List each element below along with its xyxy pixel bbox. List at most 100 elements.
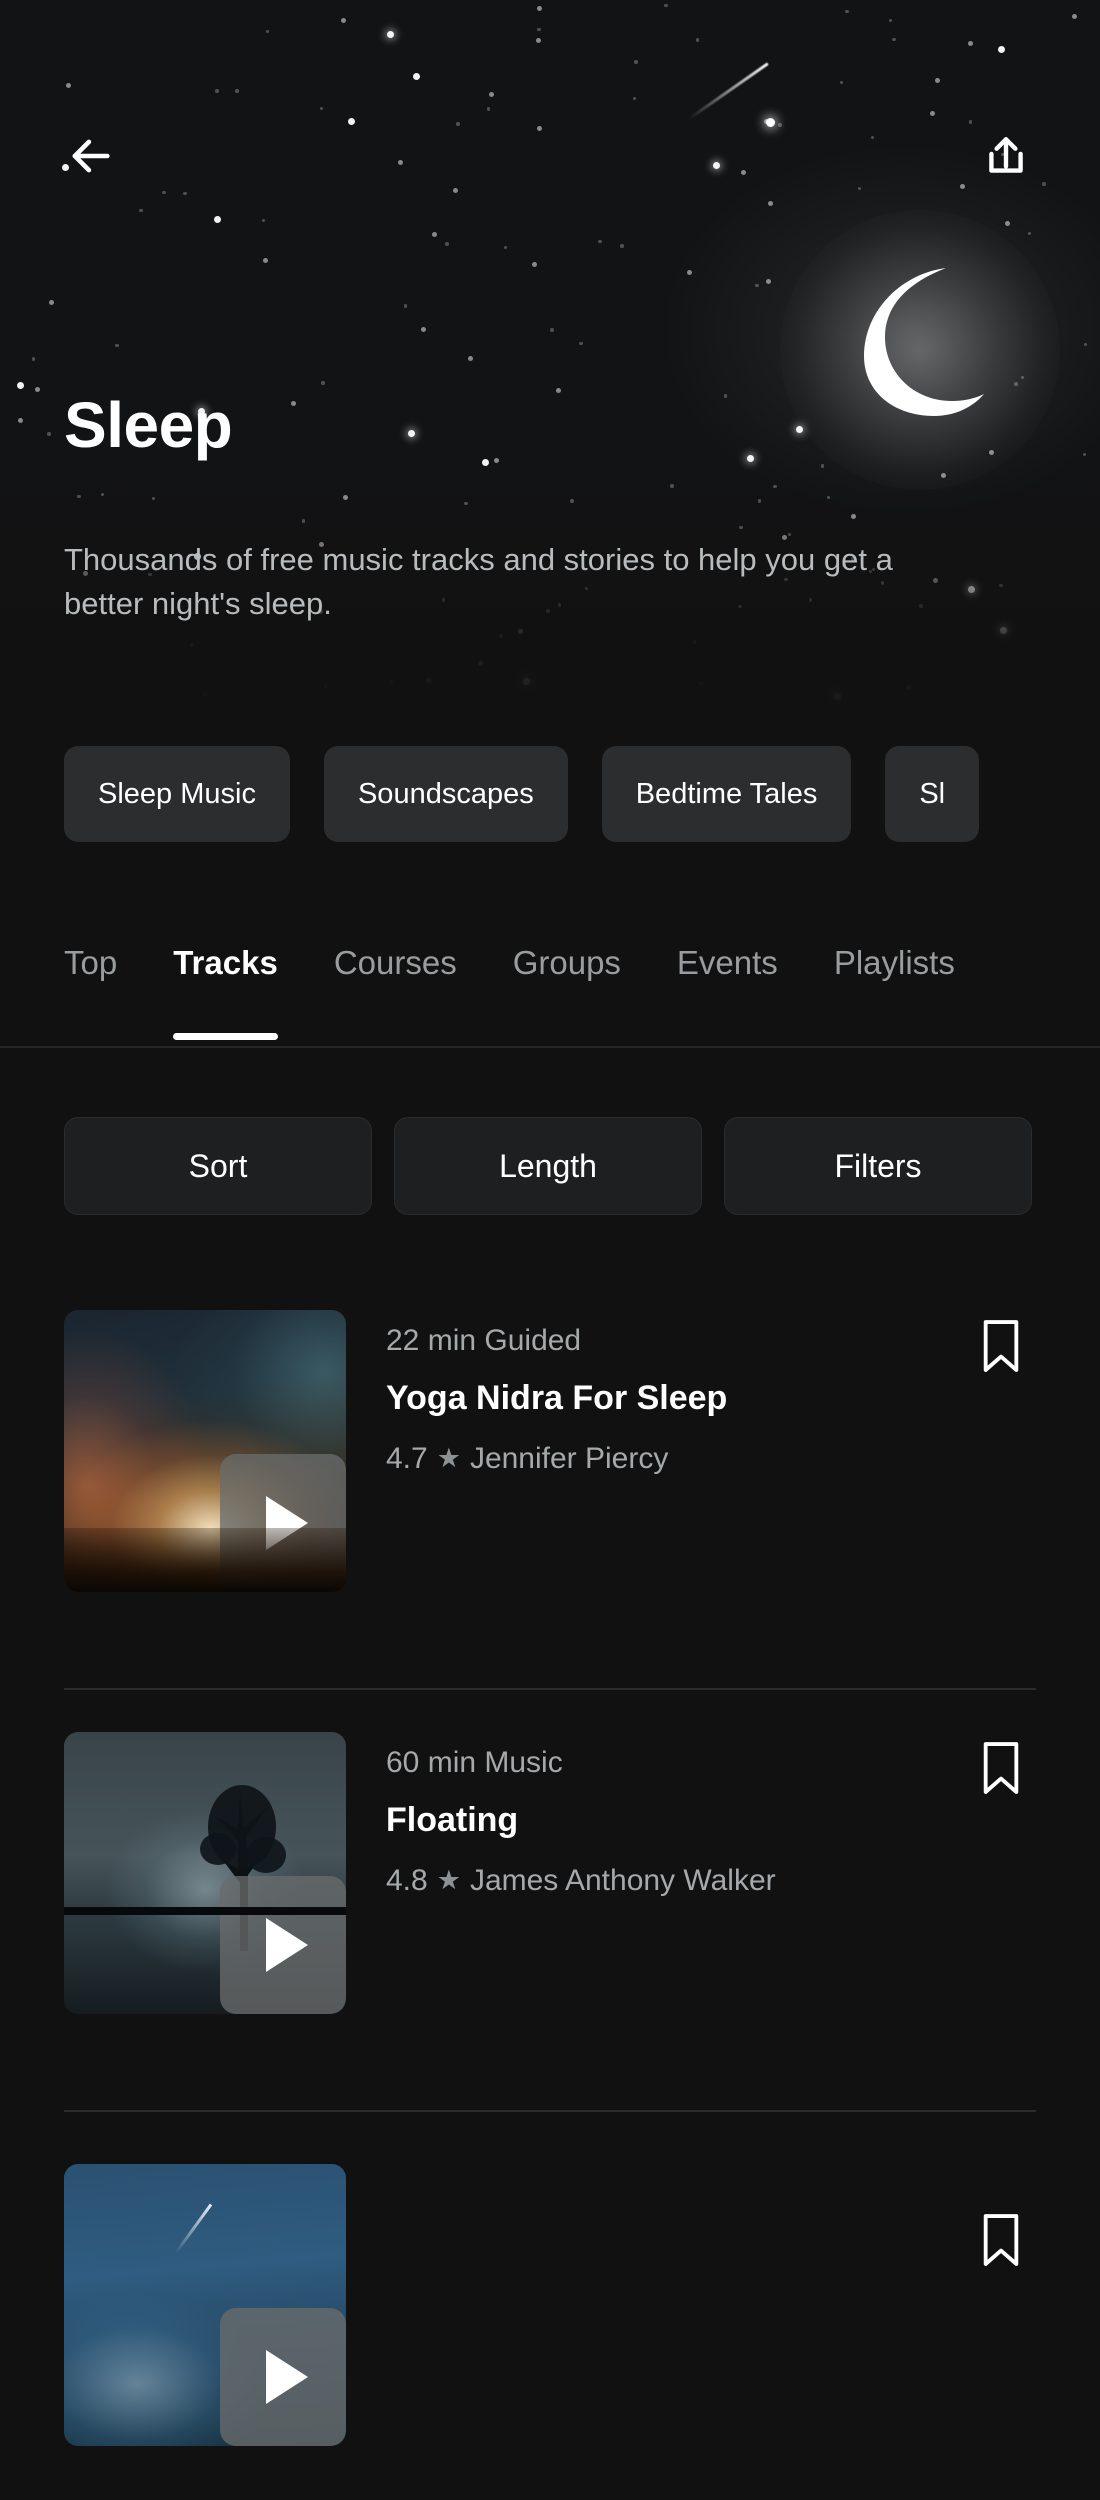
hero-banner: Sleep Thousands of free music tracks and… (0, 0, 1100, 720)
length-button[interactable]: Length (394, 1117, 702, 1215)
track-thumbnail[interactable] (64, 1310, 346, 1592)
star-dot (162, 190, 166, 195)
chip-soundscapes[interactable]: Soundscapes (323, 746, 568, 842)
share-upload-icon (989, 137, 1023, 173)
star-dot (906, 684, 912, 690)
tab-playlists[interactable]: Playlists (806, 930, 983, 982)
star-dot (215, 89, 219, 93)
play-button[interactable] (220, 1876, 346, 2014)
track-row[interactable]: 22 min Guided Yoga Nidra For Sleep 4.7 ★… (0, 1268, 1100, 1592)
star-dot (261, 218, 266, 222)
star-dot (757, 499, 762, 503)
bookmark-icon (983, 2214, 1019, 2266)
back-button[interactable] (50, 116, 130, 196)
star-dot (1083, 342, 1087, 347)
bookmark-icon (983, 1320, 1019, 1372)
star-dot (550, 328, 554, 332)
sort-button[interactable]: Sort (64, 1117, 372, 1215)
star-dot (536, 6, 542, 12)
bookmark-button[interactable] (966, 1740, 1036, 1810)
star-dot (31, 357, 36, 361)
star-dot (820, 464, 825, 468)
star-dot (778, 123, 782, 127)
star-dot (183, 191, 187, 195)
star-dot (999, 627, 1007, 635)
arrow-left-icon (72, 139, 110, 173)
tab-top[interactable]: Top (64, 930, 145, 982)
track-thumbnail[interactable] (64, 1732, 346, 2014)
filters-button[interactable]: Filters (724, 1117, 1032, 1215)
star-dot (100, 492, 105, 497)
tab-bar[interactable]: Top Tracks Courses Groups Events Playlis… (0, 930, 1100, 1048)
star-dot (235, 89, 239, 93)
star-dot (456, 122, 460, 126)
chip-bedtime-tales[interactable]: Bedtime Tales (601, 746, 852, 842)
star-dot (452, 188, 458, 194)
star-dot (468, 356, 474, 362)
star-dot (340, 17, 346, 23)
star-dot (773, 484, 777, 488)
page-subtitle: Thousands of free music tracks and stori… (64, 542, 893, 622)
sleep-screen: Sleep Thousands of free music tracks and… (0, 0, 1100, 2500)
chip-sleep-music[interactable]: Sleep Music (64, 746, 290, 842)
star-dot (579, 341, 583, 345)
tab-courses[interactable]: Courses (306, 930, 485, 982)
track-row[interactable] (0, 2112, 1100, 2446)
star-dot (1082, 452, 1086, 457)
play-icon (266, 1918, 308, 1972)
filter-bar[interactable]: Sort Length Filters (0, 1096, 1100, 1236)
star-dot (503, 245, 508, 250)
star-dot (389, 680, 393, 684)
tab-groups[interactable]: Groups (485, 930, 649, 982)
moon-shape (864, 268, 984, 416)
star-dot (17, 381, 24, 389)
star-dot (632, 96, 637, 101)
star-dot (851, 514, 857, 520)
star-dot (139, 208, 143, 213)
tab-tracks[interactable]: Tracks (145, 930, 306, 1040)
star-dot (755, 283, 759, 288)
star-dot (967, 40, 973, 46)
star-dot (77, 494, 81, 498)
track-duration: 60 min Music (386, 1746, 563, 1779)
star-dot (740, 169, 746, 175)
star-icon: ★ (436, 1865, 461, 1896)
tab-events[interactable]: Events (649, 930, 806, 982)
star-dot (888, 18, 892, 23)
star-dot (1027, 231, 1032, 236)
track-info: 22 min Guided Yoga Nidra For Sleep 4.7 ★… (346, 1310, 966, 1475)
track-rating: 4.8 (386, 1864, 428, 1898)
star-dot (634, 60, 638, 64)
play-button[interactable] (220, 2308, 346, 2446)
bookmark-button[interactable] (966, 2212, 1036, 2282)
star-dot (930, 110, 935, 116)
star-dot (845, 9, 849, 14)
star-dot (342, 495, 348, 501)
star-dot (670, 484, 674, 488)
track-row[interactable]: 60 min Music Floating 4.8 ★ James Anthon… (0, 1690, 1100, 2014)
star-dot (403, 304, 408, 308)
star-dot (686, 270, 692, 276)
star-dot (189, 643, 194, 647)
star-dot (857, 186, 862, 191)
track-thumbnail[interactable] (64, 2164, 346, 2446)
crescent-moon-icon (780, 210, 1060, 490)
star-dot (537, 27, 541, 31)
bookmark-button[interactable] (966, 1318, 1036, 1388)
star-dot (291, 400, 297, 406)
star-dot (523, 677, 530, 685)
category-chips[interactable]: Sleep Music Soundscapes Bedtime Tales Sl (0, 738, 1100, 850)
star-dot (834, 692, 842, 700)
star-dot (203, 692, 207, 696)
star-dot (321, 381, 325, 385)
star-dot (723, 394, 728, 398)
shooting-star-icon (688, 62, 769, 120)
star-dot (115, 343, 119, 347)
chip-partial[interactable]: Sl (885, 746, 980, 842)
track-duration: 22 min Guided (386, 1324, 582, 1357)
star-dot (323, 685, 328, 689)
star-dot (746, 455, 754, 462)
share-button[interactable] (966, 116, 1046, 196)
star-dot (151, 496, 155, 501)
play-button[interactable] (220, 1454, 346, 1592)
